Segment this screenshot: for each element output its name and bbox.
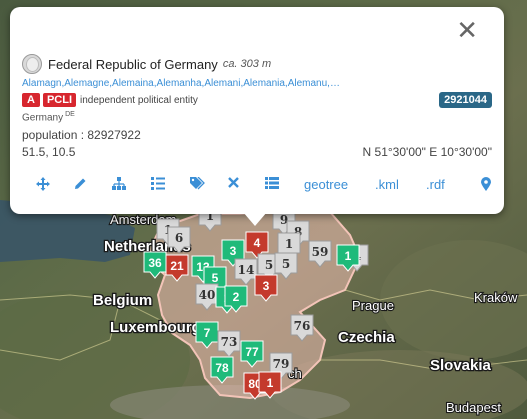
country-label-belgium: Belgium xyxy=(93,292,152,309)
coordinates-dms: N 51°30'00" E 10°30'00" xyxy=(362,145,492,159)
table-icon[interactable] xyxy=(265,177,279,189)
marker-label: 36 xyxy=(148,256,162,270)
country-name: Germany xyxy=(22,112,64,124)
marker-label: 14 xyxy=(238,263,255,277)
country-label-luxembourg: Luxembourg xyxy=(110,319,201,336)
marker-label: 1 xyxy=(345,249,352,263)
country-label-czechia: Czechia xyxy=(338,329,395,346)
marker-label: 40 xyxy=(199,288,216,302)
marker-label: 5 xyxy=(282,257,290,271)
place-elevation: ca. 303 m xyxy=(222,58,272,70)
city-label-budapest: Budapest xyxy=(446,400,501,415)
popup-title-row: Federal Republic of Germany ca. 303 m xyxy=(22,54,271,74)
marker-label: 77 xyxy=(245,345,259,359)
feature-description: independent political entity xyxy=(80,94,198,106)
marker-label: 78 xyxy=(215,361,229,375)
marker-label: 21 xyxy=(170,259,184,273)
marker-label: 1 xyxy=(285,237,293,251)
tags-icon[interactable] xyxy=(190,177,205,190)
alternate-names-link[interactable]: Alamagn,Alemagne,Alemaina,Alemanha,Alema… xyxy=(22,78,362,89)
marker-label: 2 xyxy=(233,290,240,304)
move-icon[interactable] xyxy=(36,177,50,191)
country-line: Germany DE xyxy=(22,111,75,123)
marker-label: 6 xyxy=(175,231,183,245)
marker-label: 3 xyxy=(263,279,270,293)
hierarchy-icon[interactable] xyxy=(112,177,126,190)
place-title: Federal Republic of Germany xyxy=(48,56,218,72)
feature-code-badge: PCLI xyxy=(42,93,77,107)
map-marker-icon[interactable] xyxy=(481,177,491,191)
population: population : 82927922 xyxy=(22,128,141,142)
marker-label: 76 xyxy=(294,319,311,333)
feature-badges: A PCLI independent political entity xyxy=(22,93,198,107)
popup-pointer xyxy=(243,212,267,226)
marker-label: 4 xyxy=(254,236,261,250)
geotree-link[interactable]: geotree xyxy=(304,177,348,192)
kml-link[interactable]: .kml xyxy=(375,177,399,192)
ordered-list-icon[interactable] xyxy=(151,177,165,190)
feature-class-badge: A xyxy=(22,93,40,107)
close-icon[interactable]: ✕ xyxy=(456,17,478,43)
wikipedia-icon[interactable] xyxy=(22,54,42,74)
marker-label: 59 xyxy=(312,245,329,259)
place-popup: ✕ Federal Republic of Germany ca. 303 m … xyxy=(10,7,504,214)
marker-label: 5 xyxy=(265,258,273,272)
pencil-icon[interactable] xyxy=(74,177,87,190)
marker-label: 3 xyxy=(230,244,237,258)
marker-label: 5 xyxy=(212,271,219,285)
coordinates-decimal: 51.5, 10.5 xyxy=(22,145,76,159)
popup-toolbar: geotree .kml .rdf xyxy=(32,177,492,197)
marker-label: 73 xyxy=(221,335,238,349)
geoname-id-badge[interactable]: 2921044 xyxy=(439,92,492,108)
city-label-prague: Prague xyxy=(352,298,394,313)
marker-label: 7 xyxy=(204,326,211,340)
rdf-link[interactable]: .rdf xyxy=(426,177,445,192)
marker-label: 79 xyxy=(273,357,290,371)
country-code: DE xyxy=(65,111,75,118)
times-icon[interactable] xyxy=(228,177,239,188)
marker-label: 1 xyxy=(267,376,274,390)
city-label-krakow: Kraków xyxy=(474,290,518,305)
country-label-slovakia: Slovakia xyxy=(430,357,492,374)
